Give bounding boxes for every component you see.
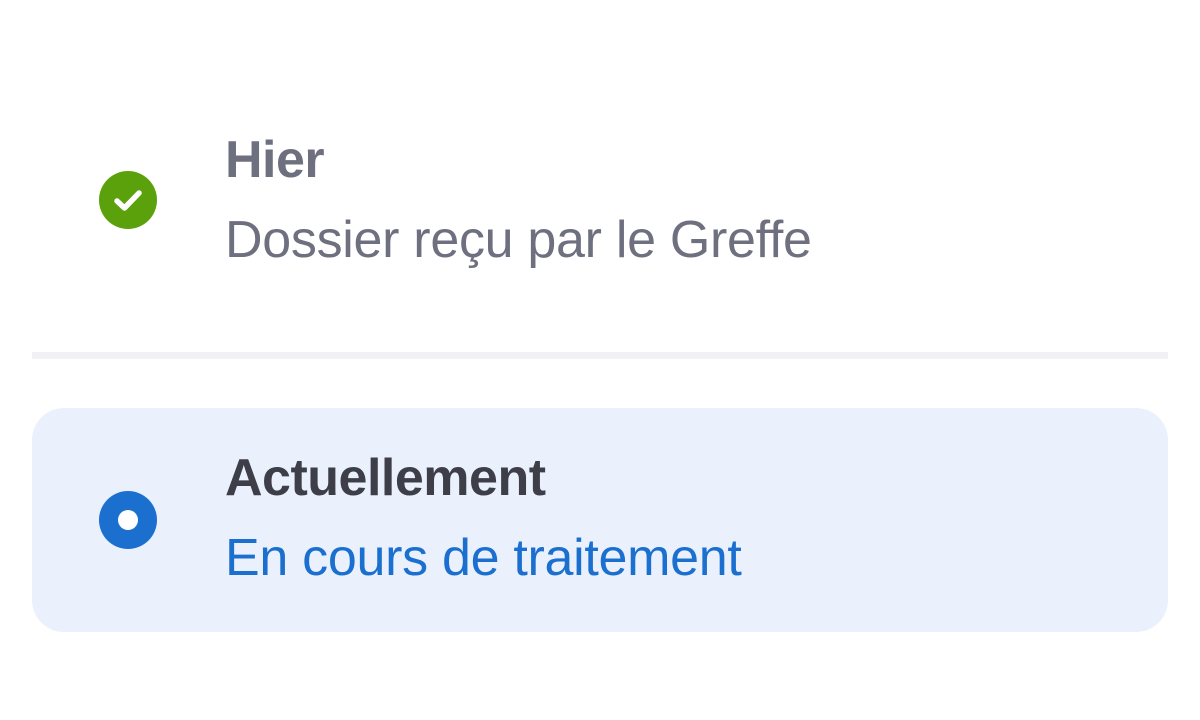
check-circle-icon	[98, 170, 158, 230]
step-description: Dossier reçu par le Greffe	[225, 211, 812, 269]
step-date-label: Actuellement	[225, 449, 546, 507]
step-description: En cours de traitement	[225, 529, 742, 587]
step-date-label: Hier	[225, 131, 325, 189]
step-text: Hier Dossier reçu par le Greffe	[225, 128, 812, 272]
status-timeline: Hier Dossier reçu par le Greffe Actuelle…	[0, 0, 1200, 720]
divider	[32, 352, 1168, 359]
timeline-step-current: Actuellement En cours de traitement	[32, 408, 1168, 632]
timeline-step-received: Hier Dossier reçu par le Greffe	[32, 110, 1168, 290]
step-text: Actuellement En cours de traitement	[225, 446, 742, 590]
radio-dot-icon	[98, 490, 158, 550]
